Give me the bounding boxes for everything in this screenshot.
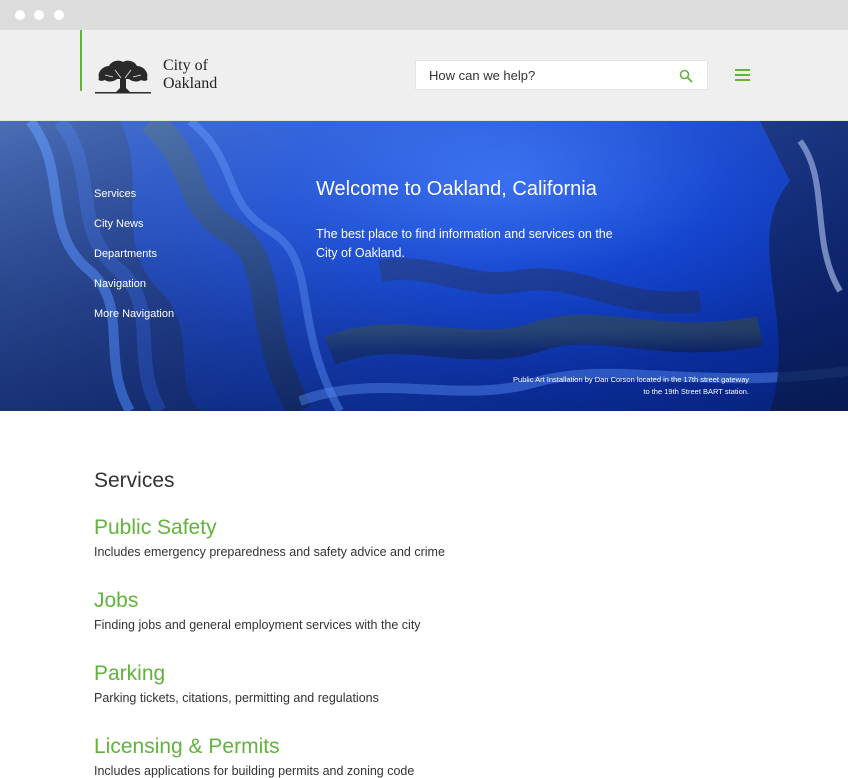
service-link-public-safety[interactable]: Public Safety	[94, 514, 754, 542]
nav-item-navigation[interactable]: Navigation	[94, 277, 174, 307]
service-link-licensing-permits[interactable]: Licensing & Permits	[94, 733, 754, 761]
service-description: Includes emergency preparedness and safe…	[94, 545, 445, 559]
window-close-dot[interactable]	[15, 10, 25, 20]
services-heading: Services	[94, 469, 175, 492]
service-description: Includes applications for building permi…	[94, 764, 415, 778]
search-icon[interactable]	[679, 69, 693, 83]
service-description: Parking tickets, citations, permitting a…	[94, 691, 379, 705]
service-item: Parking Parking tickets, citations, perm…	[94, 660, 754, 733]
service-link-jobs[interactable]: Jobs	[94, 587, 754, 615]
oak-tree-icon[interactable]	[95, 58, 151, 94]
service-item: Public Safety Includes emergency prepare…	[94, 514, 754, 587]
nav-item-departments[interactable]: Departments	[94, 247, 174, 277]
hero-side-nav: Services City News Departments Navigatio…	[94, 187, 174, 337]
logo-line-city-of: City of	[163, 57, 208, 74]
search-input[interactable]	[416, 61, 672, 89]
nav-item-more-navigation[interactable]: More Navigation	[94, 307, 174, 337]
nav-item-services[interactable]: Services	[94, 187, 174, 217]
services-list: Public Safety Includes emergency prepare…	[94, 514, 754, 778]
service-item: Licensing & Permits Includes application…	[94, 733, 754, 778]
window-minimize-dot[interactable]	[34, 10, 44, 20]
service-item: Jobs Finding jobs and general employment…	[94, 587, 754, 660]
hero-title: Welcome to Oakland, California	[316, 178, 597, 200]
nav-item-city-news[interactable]: City News	[94, 217, 174, 247]
logo-line-oakland: Oakland	[163, 75, 218, 92]
site-logo-text[interactable]: City of Oakland	[163, 57, 217, 93]
window-maximize-dot[interactable]	[54, 10, 64, 20]
browser-titlebar	[0, 0, 848, 30]
header-accent-line	[80, 30, 82, 91]
hero-banner: Services City News Departments Navigatio…	[0, 121, 848, 411]
site-header: City of Oakland	[0, 30, 848, 121]
service-link-parking[interactable]: Parking	[94, 660, 754, 688]
hamburger-menu-icon[interactable]	[735, 69, 751, 81]
hero-subtitle: The best place to find information and s…	[316, 227, 613, 260]
service-description: Finding jobs and general employment serv…	[94, 618, 421, 632]
search-box	[415, 60, 708, 90]
hero-photo-caption: Public Art Installation by Dan Corson lo…	[513, 375, 749, 396]
